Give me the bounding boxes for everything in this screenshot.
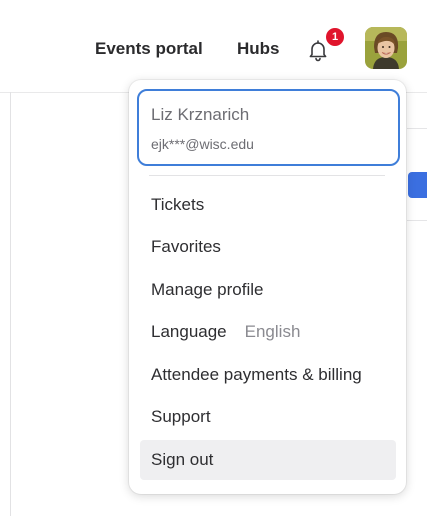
menu-item-attendee-payments[interactable]: Attendee payments & billing <box>140 355 396 395</box>
menu-item-label: Support <box>151 407 211 426</box>
background-button[interactable] <box>408 172 427 198</box>
user-name: Liz Krznarich <box>151 105 250 124</box>
user-email: ejk***@wisc.edu <box>151 136 254 152</box>
menu-item-support[interactable]: Support <box>140 397 396 437</box>
background-divider <box>407 220 427 221</box>
menu-divider <box>149 175 385 176</box>
menu-item-label: Language <box>151 322 227 341</box>
menu-item-manage-profile[interactable]: Manage profile <box>140 270 396 310</box>
events-page: Events portal Hubs 1 Liz Krznarich ejk**… <box>0 0 427 516</box>
user-info-card[interactable]: Liz Krznarich ejk***@wisc.edu <box>137 89 400 166</box>
menu-item-label: Manage profile <box>151 280 264 299</box>
avatar <box>365 27 407 69</box>
account-dropdown-menu: Liz Krznarich ejk***@wisc.edu Tickets Fa… <box>129 80 406 494</box>
language-value: English <box>244 322 301 341</box>
notifications-button[interactable]: 1 <box>300 26 346 66</box>
background-divider <box>407 128 427 129</box>
menu-item-language[interactable]: Language English <box>140 312 396 352</box>
user-avatar-button[interactable] <box>365 27 407 69</box>
background-divider <box>10 92 11 516</box>
menu-item-label: Favorites <box>151 237 221 256</box>
menu-item-label: Tickets <box>151 195 205 214</box>
menu-item-label: Sign out <box>151 450 214 469</box>
menu-item-favorites[interactable]: Favorites <box>140 227 396 267</box>
menu-item-tickets[interactable]: Tickets <box>140 185 396 225</box>
menu-item-label: Attendee payments & billing <box>151 365 362 384</box>
nav-events-portal-link[interactable]: Events portal <box>95 39 203 59</box>
notification-count-badge: 1 <box>324 26 346 48</box>
nav-hubs-link[interactable]: Hubs <box>237 39 280 59</box>
menu-item-sign-out[interactable]: Sign out <box>140 440 396 480</box>
